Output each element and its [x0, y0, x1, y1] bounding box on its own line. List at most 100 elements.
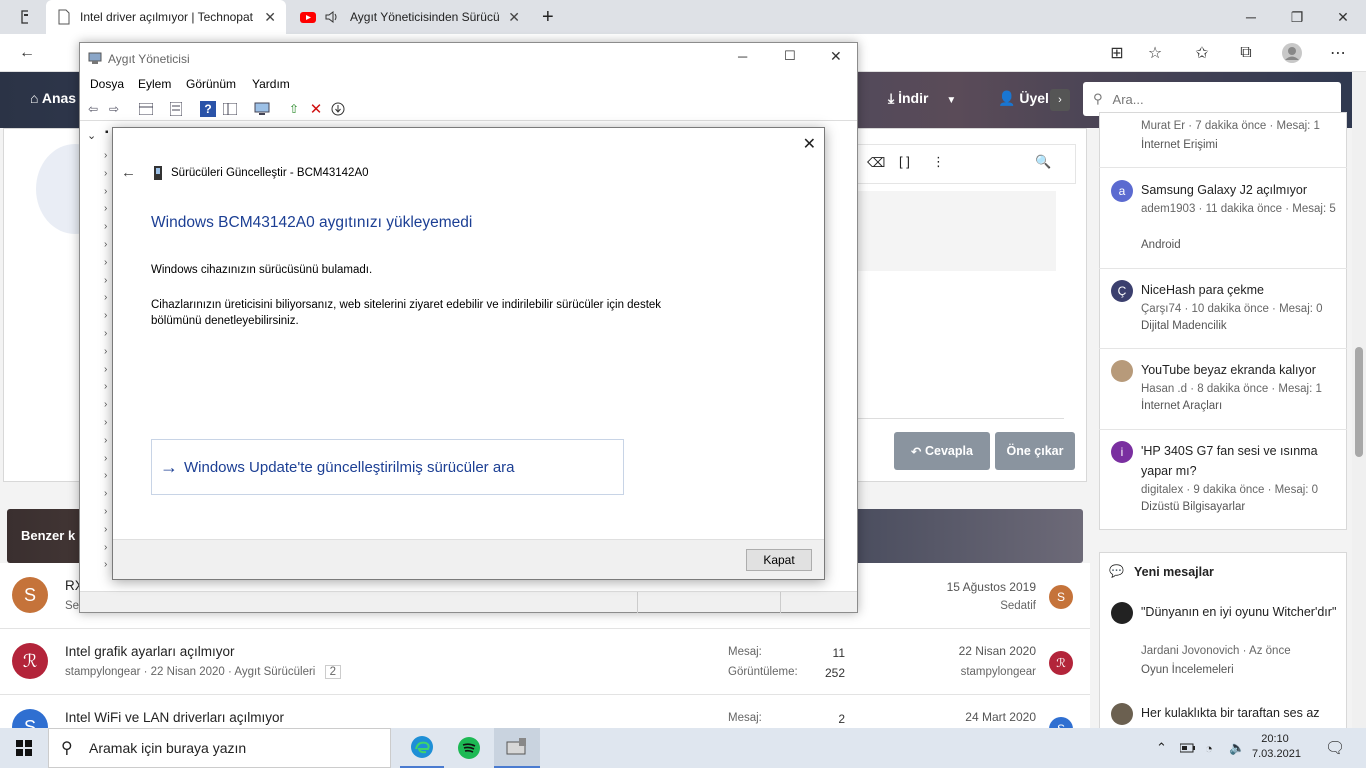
- tab-title: Intel driver açılmıyor | Technopat: [80, 10, 253, 24]
- more-options-icon[interactable]: ⋮: [932, 154, 945, 170]
- chevron-right-icon[interactable]: ›: [104, 542, 107, 553]
- favorites-icon[interactable]: ✩: [1189, 40, 1215, 66]
- apps-icon[interactable]: ⊞: [1104, 40, 1130, 66]
- chevron-right-icon[interactable]: ›: [104, 328, 107, 339]
- tab-close-icon[interactable]: ✕: [264, 9, 276, 26]
- page-scrollbar[interactable]: [1352, 72, 1366, 728]
- chat-icon: 💬: [1109, 564, 1124, 578]
- uninstall-icon[interactable]: ✕: [308, 101, 324, 118]
- close-icon[interactable]: ✕: [1320, 0, 1366, 34]
- chevron-right-icon[interactable]: ›: [104, 221, 107, 232]
- forward-arrow-icon[interactable]: ⇨: [106, 101, 122, 117]
- chevron-right-icon[interactable]: ›: [104, 346, 107, 357]
- spotify-icon[interactable]: [447, 728, 491, 768]
- chevron-right-icon[interactable]: ›: [104, 310, 107, 321]
- chevron-right-icon[interactable]: ›: [104, 364, 107, 375]
- tab-technopat[interactable]: Intel driver açılmıyor | Technopat ✕: [46, 0, 286, 34]
- close-button[interactable]: Kapat: [746, 549, 812, 571]
- battery-icon[interactable]: [1180, 728, 1196, 768]
- volume-icon[interactable]: 🔈: [1229, 728, 1245, 768]
- chevron-right-icon[interactable]: ›: [104, 186, 107, 197]
- menu-view[interactable]: Görünüm: [186, 77, 236, 91]
- arrow-right-icon: →: [160, 456, 178, 477]
- chevron-right-icon[interactable]: ›: [104, 150, 107, 161]
- edge-icon[interactable]: [400, 728, 444, 768]
- nav-members[interactable]: 👤 Üyel: [998, 90, 1049, 107]
- scrollbar-thumb[interactable]: [1355, 347, 1363, 457]
- collections-icon[interactable]: ⧉: [1233, 40, 1259, 66]
- back-arrow-icon[interactable]: ⇦: [85, 101, 101, 117]
- windows-start-icon[interactable]: [0, 728, 48, 768]
- chevron-right-icon[interactable]: ›: [104, 203, 107, 214]
- new-tab-button[interactable]: +: [532, 0, 558, 34]
- help-icon[interactable]: ?: [200, 101, 216, 117]
- taskbar-clock[interactable]: 20:10 7.03.2021: [1252, 732, 1301, 762]
- nav-home[interactable]: ⌂ Anas: [30, 90, 76, 106]
- close-icon[interactable]: ✕: [803, 134, 816, 154]
- chevron-down-icon[interactable]: ⌄: [87, 129, 96, 142]
- thread-row[interactable]: ℛ Intel grafik ayarları açılmıyor stampy…: [0, 629, 1090, 695]
- chevron-right-icon[interactable]: ›: [104, 506, 107, 517]
- preview-icon[interactable]: 🔍: [1035, 154, 1051, 170]
- chevron-right-icon[interactable]: ›: [104, 239, 107, 250]
- eraser-icon[interactable]: ⌫: [867, 155, 885, 171]
- wifi-icon[interactable]: ◔: [1205, 728, 1213, 768]
- chevron-right-icon[interactable]: ›: [104, 559, 107, 570]
- tab-youtube[interactable]: Aygıt Yöneticisinden Sürücü ✕: [290, 0, 530, 34]
- chevron-right-icon[interactable]: ›: [104, 470, 107, 481]
- similar-threads-title: Benzer k: [21, 528, 76, 543]
- menu-help[interactable]: Yardım: [252, 77, 290, 91]
- chevron-right-icon[interactable]: ›: [104, 275, 107, 286]
- back-arrow-icon[interactable]: ←: [121, 164, 136, 181]
- profile-icon[interactable]: [1279, 40, 1305, 66]
- details-view-icon[interactable]: [222, 101, 238, 117]
- chevron-right-icon[interactable]: ›: [104, 488, 107, 499]
- monitor-scan-icon[interactable]: [254, 101, 270, 117]
- editor-area[interactable]: [854, 191, 1056, 271]
- maximize-icon[interactable]: ☐: [784, 48, 796, 64]
- chevron-right-icon[interactable]: ›: [104, 381, 107, 392]
- speaker-icon[interactable]: [324, 9, 340, 25]
- chevron-up-icon[interactable]: ⌃: [1156, 728, 1167, 768]
- chevron-right-icon[interactable]: ›: [104, 453, 107, 464]
- menu-file[interactable]: Dosya: [90, 77, 124, 91]
- add-favorite-icon[interactable]: ☆: [1142, 40, 1168, 66]
- disable-device-icon[interactable]: [330, 101, 346, 117]
- divider: [1099, 348, 1347, 349]
- properties-grid-icon[interactable]: [138, 101, 154, 117]
- feature-button[interactable]: Öne çıkar: [995, 432, 1075, 470]
- chevron-right-icon[interactable]: ›: [104, 257, 107, 268]
- more-menu-icon[interactable]: ⋯: [1325, 40, 1351, 66]
- avatar: a: [1111, 180, 1133, 202]
- tab-close-icon[interactable]: ✕: [508, 9, 520, 26]
- divider: [1099, 268, 1347, 269]
- page-badge[interactable]: 2: [324, 665, 341, 679]
- device-manager-taskbar-icon[interactable]: [494, 728, 540, 768]
- nav-scroll-right-icon[interactable]: ›: [1050, 89, 1070, 111]
- chevron-right-icon[interactable]: ›: [104, 168, 107, 179]
- minimize-icon[interactable]: ─: [1228, 0, 1274, 34]
- taskbar-search-input[interactable]: ⚲ Aramak için buraya yazın: [48, 728, 391, 768]
- browser-tab-strip: Intel driver açılmıyor | Technopat ✕ Ayg…: [0, 0, 1366, 34]
- youtube-icon: [300, 9, 316, 25]
- reply-button[interactable]: ↶ Cevapla: [894, 432, 990, 470]
- divider: [854, 418, 1064, 419]
- list-view-icon[interactable]: [168, 101, 184, 117]
- site-search-input[interactable]: ⚲ Ara...: [1083, 82, 1341, 116]
- chevron-right-icon[interactable]: ›: [104, 399, 107, 410]
- close-icon[interactable]: ✕: [830, 48, 842, 65]
- windows-update-search-link[interactable]: → Windows Update'te güncelleştirilmiş sü…: [151, 439, 624, 495]
- code-bracket-icon[interactable]: [ ]: [899, 154, 910, 169]
- restore-icon[interactable]: ❐: [1274, 0, 1320, 34]
- back-arrow-icon[interactable]: ←: [14, 40, 40, 66]
- chevron-right-icon[interactable]: ›: [104, 435, 107, 446]
- chevron-right-icon[interactable]: ›: [104, 417, 107, 428]
- minimize-icon[interactable]: ─: [738, 49, 747, 64]
- notification-icon[interactable]: 🗨: [1325, 728, 1345, 768]
- chevron-right-icon[interactable]: ›: [104, 292, 107, 303]
- menu-action[interactable]: Eylem: [138, 77, 171, 91]
- update-driver-icon[interactable]: ⇧: [286, 101, 302, 117]
- chevron-right-icon[interactable]: ›: [104, 524, 107, 535]
- nav-download[interactable]: ⤓ İndir ▼: [888, 90, 956, 107]
- tab-actions-icon[interactable]: [10, 0, 38, 34]
